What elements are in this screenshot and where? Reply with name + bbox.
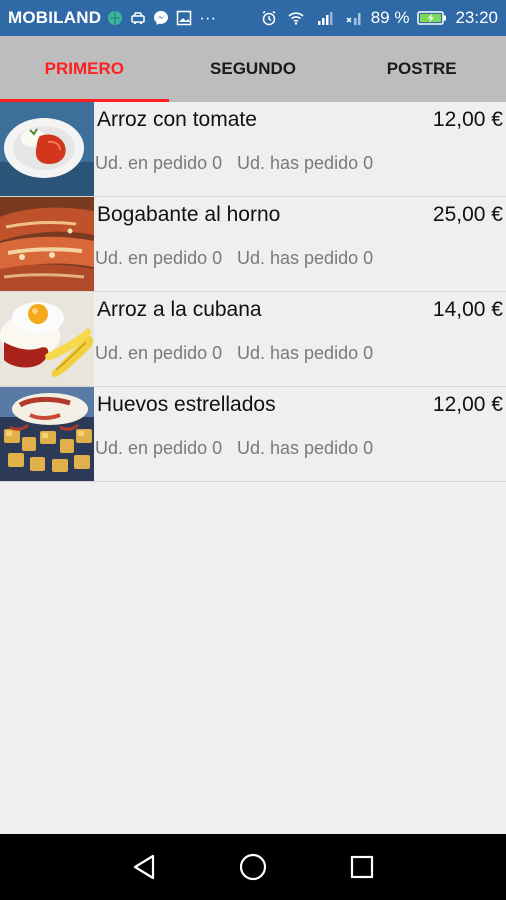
rice-with-tomato-image (0, 102, 94, 196)
list-item[interactable]: Arroz a la cubana 14,00 € Ud. en pedido … (0, 292, 506, 387)
back-icon[interactable] (124, 847, 164, 887)
tab-primero[interactable]: PRIMERO (0, 36, 169, 102)
list-item[interactable]: Arroz con tomate 12,00 € Ud. en pedido 0… (0, 102, 506, 197)
dish-price: 12,00 € (432, 393, 503, 416)
dish-price: 12,00 € (432, 108, 503, 131)
wifi-icon (288, 12, 304, 25)
baked-lobster-image (0, 197, 94, 291)
battery-percent: 89 % (370, 8, 410, 27)
alarm-icon (262, 10, 276, 26)
dish-name: Arroz con tomate (97, 108, 257, 131)
battery-charging-icon (417, 11, 447, 25)
broken-eggs-image (0, 387, 94, 481)
signal-x-icon (346, 13, 361, 25)
units-ordered: Ud. has pedido 0 (237, 438, 374, 458)
dish-list: Arroz con tomate 12,00 € Ud. en pedido 0… (0, 102, 506, 482)
units-ordered: Ud. has pedido 0 (237, 153, 374, 173)
units-ordered: Ud. has pedido 0 (237, 343, 374, 363)
clock-time: 23:20 (455, 8, 498, 27)
category-tabs: PRIMERO SEGUNDO POSTRE (0, 36, 506, 102)
dish-price: 25,00 € (432, 203, 503, 226)
units-in-order: Ud. en pedido 0 (95, 248, 223, 268)
carrier-name: MOBILAND (8, 8, 102, 27)
dish-name: Bogabante al horno (97, 203, 281, 226)
dish-name: Huevos estrellados (97, 393, 276, 416)
dish-name: Arroz a la cubana (97, 298, 262, 321)
dish-price: 14,00 € (432, 298, 503, 321)
units-in-order: Ud. en pedido 0 (95, 343, 223, 363)
image-icon (176, 10, 192, 26)
messenger-icon (154, 11, 169, 25)
tab-postre[interactable]: POSTRE (337, 36, 506, 102)
home-icon[interactable] (233, 847, 273, 887)
tab-segundo[interactable]: SEGUNDO (169, 36, 338, 102)
system-nav-bar (0, 834, 506, 900)
list-item[interactable]: Huevos estrellados 12,00 € Ud. en pedido… (0, 387, 506, 482)
globe-icon (108, 11, 123, 25)
units-ordered: Ud. has pedido 0 (237, 248, 374, 268)
cuban-rice-image (0, 292, 94, 386)
units-in-order: Ud. en pedido 0 (95, 153, 223, 173)
signal-icon (317, 12, 333, 25)
status-bar: MOBILAND ··· 89 % 23:20 (0, 0, 506, 36)
recents-icon[interactable] (342, 847, 382, 887)
more-icon: ··· (199, 8, 217, 27)
list-item[interactable]: Bogabante al horno 25,00 € Ud. en pedido… (0, 197, 506, 292)
car-icon (131, 12, 145, 25)
units-in-order: Ud. en pedido 0 (95, 438, 223, 458)
